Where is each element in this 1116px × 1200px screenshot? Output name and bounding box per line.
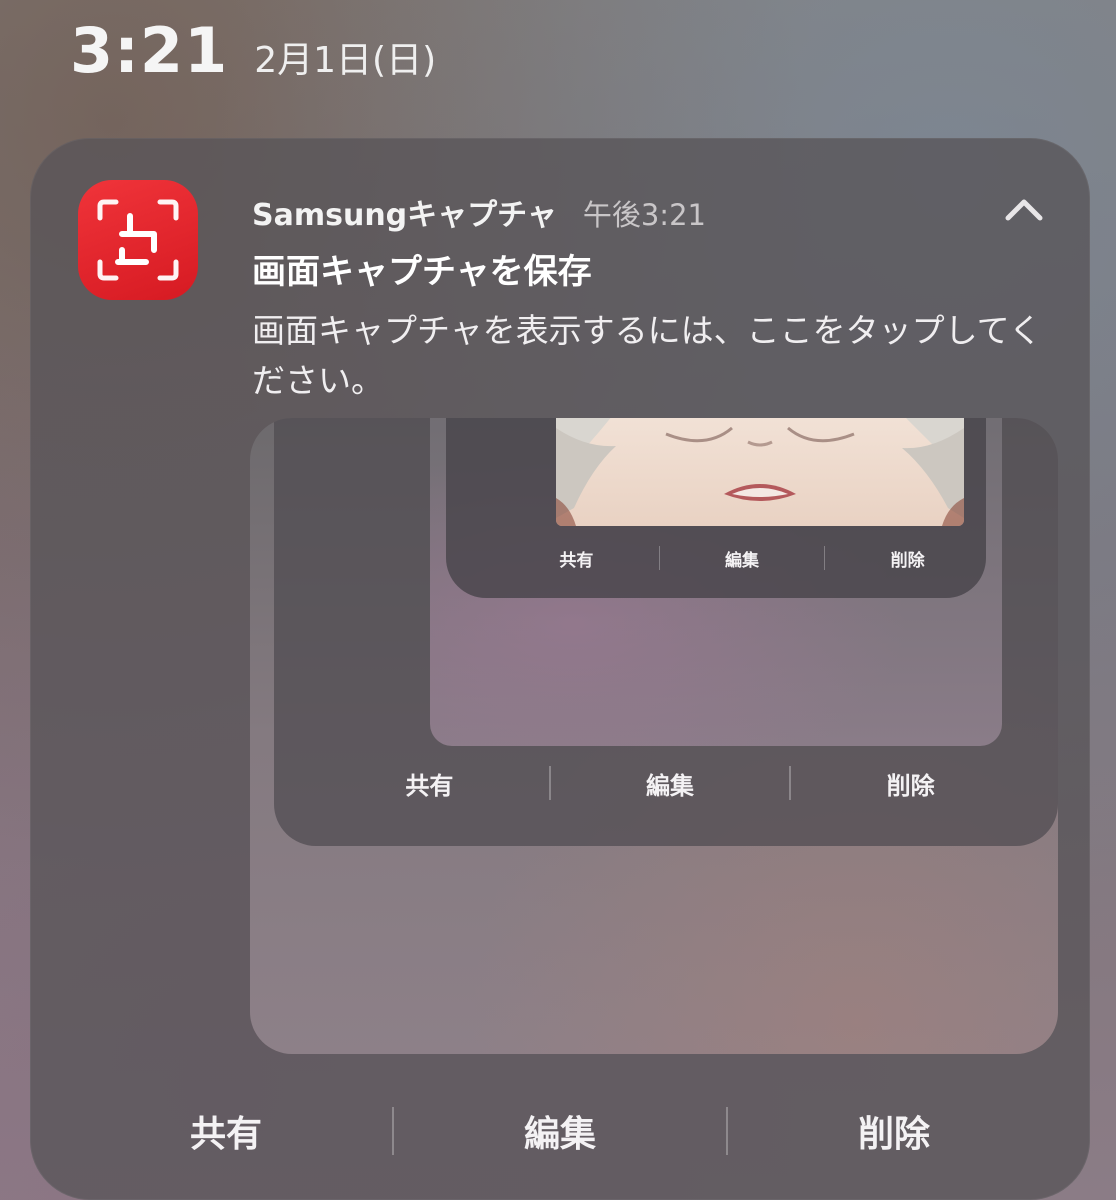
notification-actions: 共有 編集 削除 <box>60 1096 1060 1166</box>
preview-mid-share: 共有 <box>405 771 454 800</box>
notification-time: 午後3:21 <box>582 198 706 232</box>
preview-mid-edit: 編集 <box>646 771 694 800</box>
preview-mid-actions: 共有 編集 削除 <box>310 758 1030 808</box>
edit-button[interactable]: 編集 <box>394 1105 726 1157</box>
notification-body: 画面キャプチャを表示するには、ここをタップしてください。 <box>252 311 1042 400</box>
share-button[interactable]: 共有 <box>60 1105 392 1157</box>
chevron-up-icon[interactable] <box>994 188 1054 232</box>
status-bar: 3:21 2月1日(日) <box>70 14 436 104</box>
preview-nested-background: 共有 編集 削除 <box>430 418 1002 746</box>
preview-nested-card: 共有 編集 削除 共有 編集 削除 <box>274 418 1058 846</box>
date: 2月1日(日) <box>254 40 437 81</box>
screenshot-preview[interactable]: 共有 編集 削除 共有 編集 削除 <box>250 418 1058 1054</box>
preview-small-edit: 編集 <box>725 550 759 571</box>
notification-card[interactable]: Samsungキャプチャ 午後3:21 画面キャプチャを保存 画面キャプチャを表… <box>30 138 1090 1200</box>
delete-button[interactable]: 削除 <box>728 1105 1060 1157</box>
notification-header: Samsungキャプチャ 午後3:21 <box>252 190 706 234</box>
app-name: Samsungキャプチャ <box>252 198 557 233</box>
preview-mid-delete: 削除 <box>886 771 935 800</box>
preview-small-share: 共有 <box>559 550 594 571</box>
preview-inner-card: 共有 編集 削除 <box>446 418 986 598</box>
preview-image <box>556 418 964 526</box>
clock: 3:21 <box>70 14 229 87</box>
notification-title: 画面キャプチャを保存 <box>252 252 592 292</box>
screen-capture-icon <box>78 180 198 300</box>
preview-small-delete: 削除 <box>890 550 925 571</box>
preview-small-actions: 共有 編集 削除 <box>494 538 986 578</box>
